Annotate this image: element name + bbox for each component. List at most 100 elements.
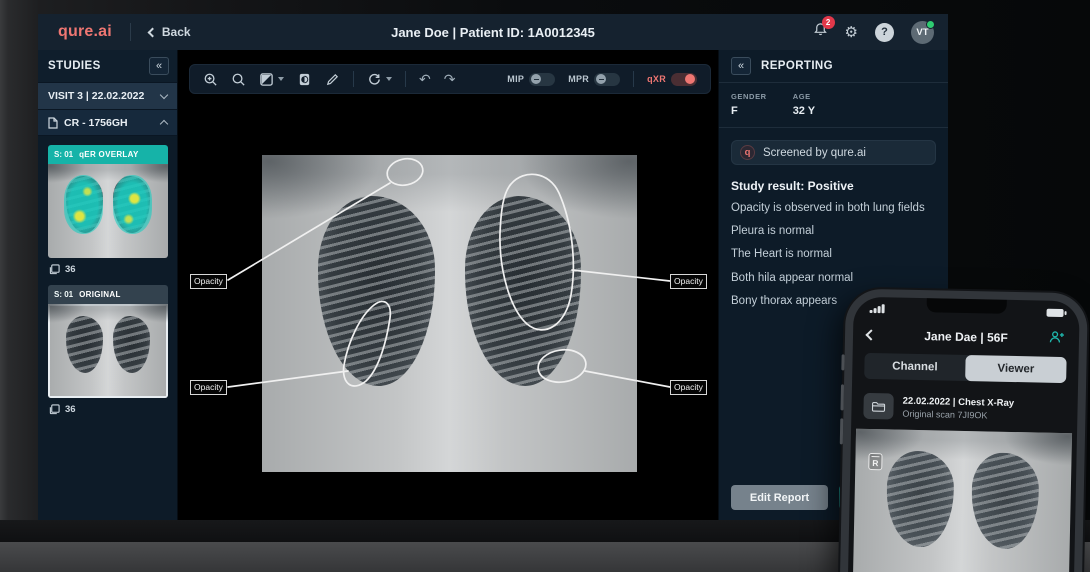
series-row[interactable]: CR - 1756GH — [38, 109, 177, 136]
mip-label: MIP — [507, 74, 525, 84]
rotate-tool[interactable] — [367, 72, 392, 87]
finding-item: The Heart is normal — [731, 248, 832, 261]
opacity-annotation-label[interactable]: Opacity — [670, 274, 707, 289]
invert-icon — [299, 73, 310, 85]
patient-demographics: GENDER F AGE 32 Y — [731, 83, 936, 127]
signal-icon — [869, 304, 885, 314]
annotate-tool[interactable] — [325, 72, 340, 87]
user-avatar[interactable]: VT — [911, 19, 935, 44]
share-patient-button[interactable] — [1049, 329, 1065, 348]
mpr-toggle[interactable]: MPR — [568, 72, 621, 86]
phone-patient-title: Jane Dae | 56F — [924, 329, 1008, 345]
help-button[interactable]: ? — [875, 22, 894, 42]
divider — [353, 71, 354, 87]
rotate-icon — [369, 73, 380, 85]
qxr-toggle[interactable]: qXR — [647, 72, 697, 86]
toggle-off-icon — [529, 72, 556, 86]
search-tool[interactable] — [231, 72, 246, 87]
window-level-tool[interactable] — [259, 72, 284, 87]
thumbnail-original[interactable]: S: 01 ORIGINAL — [48, 285, 168, 398]
chevron-up-icon — [159, 119, 169, 129]
question-icon: ? — [881, 26, 888, 38]
age-label: AGE — [792, 92, 811, 101]
age-value: 32 Y — [792, 105, 816, 117]
redo-button[interactable]: ↷ — [444, 71, 456, 88]
phone-side-button — [841, 354, 845, 371]
laptop-screen: qure.ai Back Jane Doe | Patient ID: 1A00… — [38, 14, 948, 520]
redo-icon: ↷ — [443, 70, 456, 87]
divider — [129, 23, 131, 41]
phone-xray-image[interactable]: R — [852, 428, 1073, 572]
lung-shape — [886, 450, 955, 548]
image-viewer: ↶ ↷ MIP MPR qXR Opacity Opacity Opacity … — [178, 50, 718, 520]
caret-down-icon — [386, 77, 392, 81]
qure-q-icon: q — [740, 145, 755, 160]
phone-back-button[interactable] — [865, 329, 877, 341]
series-type: qER OVERLAY — [79, 150, 139, 159]
viewer-toolbar: ↶ ↷ MIP MPR qXR — [189, 64, 711, 94]
toggle-off-icon — [594, 72, 621, 86]
finding-item: Opacity is observed in both lung fields — [731, 202, 925, 214]
series-label: CR - 1756GH — [64, 116, 128, 129]
undo-button[interactable]: ↶ — [419, 71, 431, 88]
invert-tool[interactable] — [297, 72, 312, 87]
opacity-annotation-label[interactable]: Opacity — [190, 274, 227, 289]
chest-xray-image[interactable] — [262, 155, 637, 472]
thumbnail-list: S: 01 qER OVERLAY 36 S: 01 ORIGINAL 36 — [38, 136, 177, 520]
phone-side-button — [840, 384, 845, 411]
mip-toggle[interactable]: MIP — [507, 72, 556, 86]
divider — [719, 127, 948, 128]
opacity-annotation-label[interactable]: Opacity — [190, 380, 227, 395]
study-card-subtitle: Original scan 7JI9OK — [902, 408, 988, 420]
lung-shape — [464, 196, 581, 387]
stack-icon — [49, 404, 60, 415]
caret-down-icon — [278, 77, 284, 81]
settings-button[interactable]: ⚙ — [845, 25, 858, 40]
phone-study-card[interactable]: 22.02.2022 | Chest X-Ray Original scan 7… — [863, 392, 1066, 423]
gender-value: F — [731, 105, 738, 117]
heatmap-overlay — [48, 164, 168, 258]
document-icon — [48, 116, 58, 129]
phone-screen: Jane Dae | 56F Channel Viewer 22.02.2022… — [847, 296, 1080, 572]
qxr-label: qXR — [647, 74, 666, 84]
chevron-left-icon — [147, 27, 158, 37]
notification-badge: 2 — [821, 16, 835, 29]
pencil-icon — [326, 73, 339, 85]
collapse-studies-button[interactable]: « — [149, 57, 169, 75]
undo-icon: ↶ — [419, 70, 431, 87]
toggle-on-icon — [671, 72, 697, 86]
visit-row[interactable]: VISIT 3 | 22.02.2022 — [38, 82, 177, 109]
edit-report-button[interactable]: Edit Report — [731, 485, 828, 510]
phone-notch — [926, 298, 1007, 314]
phone-side-button — [839, 418, 844, 445]
phone-mockup: Jane Dae | 56F Channel Viewer 22.02.2022… — [839, 288, 1088, 572]
tab-viewer[interactable]: Viewer — [965, 354, 1067, 384]
zoom-in-tool[interactable] — [203, 72, 218, 87]
opacity-annotation-label[interactable]: Opacity — [670, 380, 707, 395]
thumbnail-qer-overlay[interactable]: S: 01 qER OVERLAY — [48, 145, 168, 258]
phone-tab-bar: Channel Viewer — [864, 352, 1067, 384]
lung-shape — [66, 316, 104, 373]
study-card-title: 22.02.2022 | Chest X-Ray — [902, 395, 1015, 409]
top-bar: qure.ai Back Jane Doe | Patient ID: 1A00… — [38, 14, 948, 50]
phone-header: Jane Dae | 56F — [853, 323, 1079, 352]
image-count-row: 36 — [49, 404, 167, 415]
qure-logo: qure.ai — [58, 23, 112, 40]
window-level-icon — [260, 72, 273, 86]
notifications-button[interactable]: 2 — [813, 16, 835, 42]
series-number: S: 01 — [54, 150, 74, 159]
folder-icon — [863, 392, 894, 420]
screened-by-badge: q Screened by qure.ai — [731, 140, 936, 165]
back-button[interactable]: Back — [147, 25, 191, 39]
gear-icon: ⚙ — [844, 23, 858, 41]
collapse-reporting-button[interactable]: « — [731, 57, 751, 75]
series-type: ORIGINAL — [79, 290, 121, 299]
lung-shape — [318, 196, 435, 387]
patient-title: Jane Doe | Patient ID: 1A0012345 — [391, 24, 595, 40]
image-count: 36 — [65, 264, 76, 275]
search-icon — [232, 73, 245, 86]
stack-icon — [49, 264, 60, 275]
lung-shape — [970, 451, 1040, 550]
image-count: 36 — [65, 404, 76, 415]
tab-channel[interactable]: Channel — [864, 353, 966, 381]
